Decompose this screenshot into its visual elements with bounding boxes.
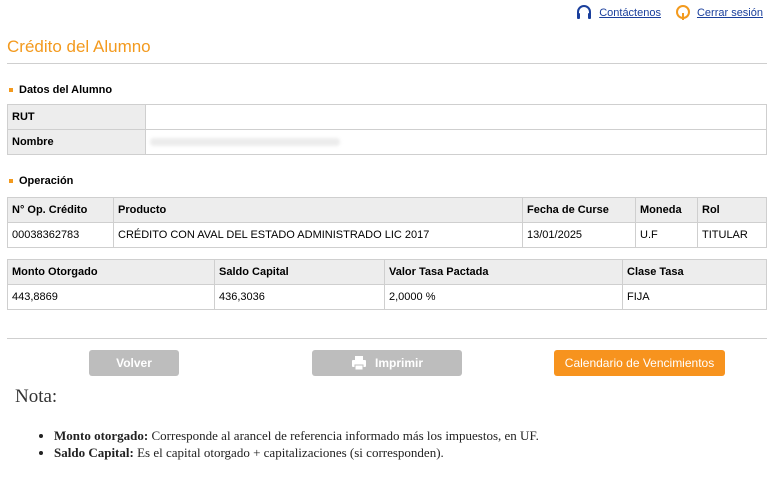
cell-role: TITULAR <box>697 222 767 248</box>
cell-op-number: 00038362783 <box>7 222 114 248</box>
actions-divider <box>7 338 767 339</box>
back-button[interactable]: Volver <box>89 350 179 376</box>
amounts-table: Monto Otorgado Saldo Capital Valor Tasa … <box>7 259 767 310</box>
list-item: Monto otorgado: Corresponde al arancel d… <box>54 428 539 444</box>
title-divider <box>7 63 767 64</box>
table-row: 443,8869 436,3036 2,0000 % FIJA <box>7 284 767 310</box>
student-table: RUT Nombre <box>7 104 767 155</box>
cell-currency: U.F <box>635 222 698 248</box>
operation-section-label: Operación <box>19 175 74 187</box>
table-row: 00038362783 CRÉDITO CON AVAL DEL ESTADO … <box>7 222 767 248</box>
contact-label: Contáctenos <box>599 7 661 19</box>
back-label: Volver <box>116 356 152 370</box>
cell-granted-amount: 443,8869 <box>7 284 215 310</box>
col-granted-amount: Monto Otorgado <box>7 259 215 285</box>
col-rate-class: Clase Tasa <box>622 259 767 285</box>
list-item: Saldo Capital: Es el capital otorgado + … <box>54 445 539 461</box>
col-product: Producto <box>113 197 523 223</box>
name-label: Nombre <box>7 129 146 155</box>
student-section-title: Datos del Alumno <box>9 84 112 96</box>
section-bullet-icon <box>9 88 13 92</box>
cell-agreed-rate: 2,0000 % <box>384 284 623 310</box>
table-header-row: N° Op. Crédito Producto Fecha de Curse M… <box>7 197 767 223</box>
rut-label: RUT <box>7 104 146 130</box>
contact-link[interactable]: Contáctenos <box>575 4 661 22</box>
cell-product: CRÉDITO CON AVAL DEL ESTADO ADMINISTRADO… <box>113 222 523 248</box>
cell-rate-class: FIJA <box>622 284 767 310</box>
page-title: Crédito del Alumno <box>7 37 151 56</box>
col-capital-balance: Saldo Capital <box>214 259 385 285</box>
operation-table: N° Op. Crédito Producto Fecha de Curse M… <box>7 197 767 248</box>
section-bullet-icon <box>9 179 13 183</box>
calendar-button[interactable]: Calendario de Vencimientos <box>554 350 725 376</box>
rut-value <box>145 104 767 130</box>
note-term: Monto otorgado: <box>54 428 149 443</box>
col-op-number: N° Op. Crédito <box>7 197 114 223</box>
logout-link[interactable]: Cerrar sesión <box>675 4 763 22</box>
print-label: Imprimir <box>374 356 423 370</box>
col-currency: Moneda <box>635 197 698 223</box>
power-icon <box>675 5 690 20</box>
table-row: RUT <box>7 104 767 130</box>
note-title: Nota: <box>15 386 58 407</box>
printer-icon <box>351 356 366 371</box>
top-links: Contáctenos Cerrar sesión <box>575 4 763 22</box>
note-term: Saldo Capital: <box>54 445 134 460</box>
note-text: Es el capital otorgado + capitalizacione… <box>133 445 444 460</box>
student-section-label: Datos del Alumno <box>19 84 113 96</box>
table-row: Nombre <box>7 129 767 155</box>
logout-label: Cerrar sesión <box>696 7 763 19</box>
note-list: Monto otorgado: Corresponde al arancel d… <box>37 428 539 462</box>
name-value <box>145 129 767 155</box>
cell-capital-balance: 436,3036 <box>214 284 385 310</box>
redacted-name <box>150 138 340 147</box>
note-text: Corresponde al arancel de referencia inf… <box>148 428 539 443</box>
headset-icon <box>577 5 592 19</box>
table-header-row: Monto Otorgado Saldo Capital Valor Tasa … <box>7 259 767 285</box>
cell-issue-date: 13/01/2025 <box>522 222 636 248</box>
operation-section-title: Operación <box>9 175 73 187</box>
calendar-label: Calendario de Vencimientos <box>564 356 715 370</box>
print-button[interactable]: Imprimir <box>312 350 462 376</box>
col-role: Rol <box>697 197 767 223</box>
col-issue-date: Fecha de Curse <box>522 197 636 223</box>
col-agreed-rate: Valor Tasa Pactada <box>384 259 623 285</box>
